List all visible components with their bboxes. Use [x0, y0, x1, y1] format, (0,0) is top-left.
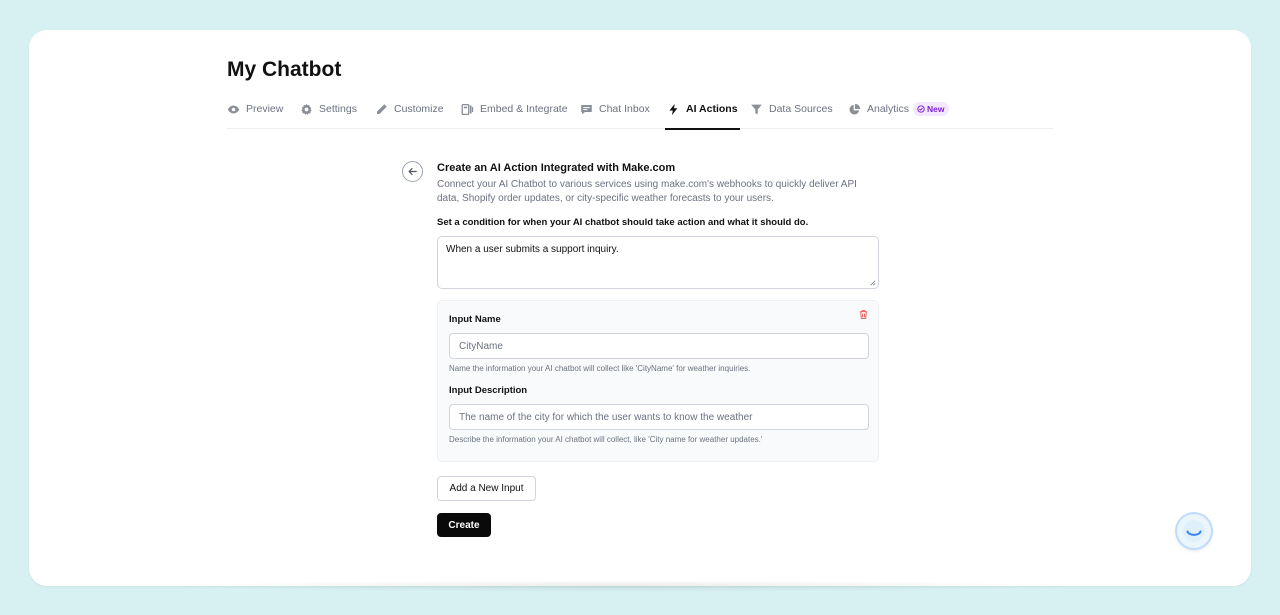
condition-value: When a user submits a support inquiry.: [446, 244, 619, 255]
pencil-icon: [377, 104, 387, 114]
tab-embed-integrate[interactable]: Embed & Integrate: [461, 96, 568, 129]
form-heading: Create an AI Action Integrated with Make…: [437, 162, 676, 174]
tab-analytics[interactable]: Analytics New: [848, 96, 949, 129]
tab-label: Data Sources: [769, 103, 833, 115]
chat-icon: [581, 105, 592, 115]
tab-customize[interactable]: Customize: [375, 96, 444, 129]
create-button[interactable]: Create: [437, 513, 491, 537]
trash-icon[interactable]: [858, 309, 869, 320]
action-form: Create an AI Action Integrated with Make…: [437, 162, 879, 537]
eye-icon: [227, 105, 240, 114]
input-description-help: Describe the information your AI chatbot…: [449, 435, 763, 444]
tab-ai-actions[interactable]: AI Actions: [665, 96, 740, 130]
tab-chat-inbox[interactable]: Chat Inbox: [580, 96, 650, 129]
input-name-field[interactable]: CityName: [449, 333, 869, 359]
tab-settings[interactable]: Settings: [300, 96, 357, 129]
smile-icon: [1183, 520, 1205, 542]
tab-bar: Preview Settings Customize Embed & Integ…: [227, 96, 1053, 130]
tab-label: Customize: [394, 103, 444, 115]
tab-preview[interactable]: Preview: [227, 96, 283, 129]
tab-label: AI Actions: [686, 103, 738, 115]
input-description-label: Input Description: [449, 385, 528, 396]
app-window: My Chatbot Preview Settings Customize Em…: [29, 30, 1251, 586]
input-description-placeholder: The name of the city for which the user …: [459, 411, 753, 423]
tab-data-sources[interactable]: Data Sources: [750, 96, 833, 129]
filter-icon: [751, 104, 762, 115]
input-card: Input Name CityName Name the information…: [437, 300, 879, 462]
condition-label: Set a condition for when your AI chatbot…: [437, 217, 809, 228]
input-name-placeholder: CityName: [459, 340, 503, 352]
badge-label: New: [927, 104, 945, 114]
input-description-field[interactable]: The name of the city for which the user …: [449, 404, 869, 430]
condition-textarea[interactable]: When a user submits a support inquiry.: [437, 236, 879, 289]
input-name-label: Input Name: [449, 314, 501, 325]
input-name-help: Name the information your AI chatbot wil…: [449, 364, 751, 373]
embed-icon: [461, 103, 474, 116]
arrow-left-icon: [408, 167, 417, 176]
tab-label: Settings: [319, 103, 357, 115]
tab-label: Preview: [246, 103, 284, 115]
resize-handle-icon[interactable]: [869, 279, 876, 286]
add-new-input-button[interactable]: Add a New Input: [437, 476, 536, 501]
form-description: Connect your AI Chatbot to various servi…: [437, 179, 857, 204]
new-badge: New: [913, 102, 949, 116]
chat-widget-button[interactable]: [1177, 514, 1211, 548]
check-circle-icon: [917, 105, 925, 113]
tab-label: Embed & Integrate: [480, 103, 568, 115]
bolt-icon: [669, 103, 678, 116]
page-title: My Chatbot: [227, 58, 342, 81]
pie-icon: [849, 103, 861, 115]
tab-label: Analytics: [867, 103, 910, 115]
gear-icon: [301, 103, 312, 115]
window-shadow: [160, 580, 1080, 592]
back-button[interactable]: [402, 161, 423, 182]
tab-label: Chat Inbox: [599, 103, 650, 115]
